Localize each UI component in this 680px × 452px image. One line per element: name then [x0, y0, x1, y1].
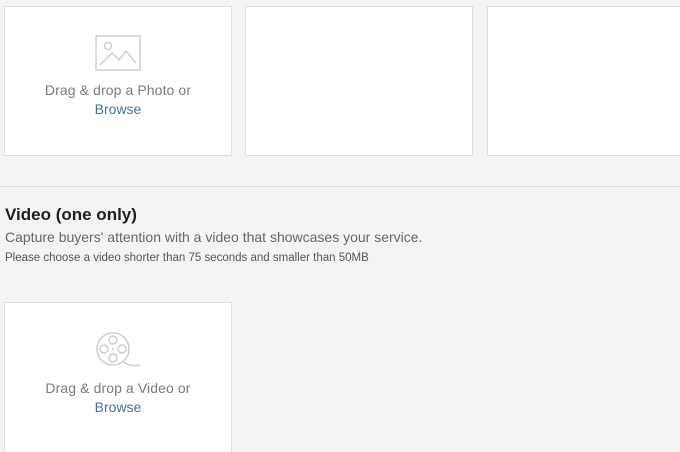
video-section-title: Video (one only)	[5, 205, 137, 224]
video-dropzone-content: Drag & drop a Video or Browse	[5, 331, 231, 417]
video-drop-text: Drag & drop a Video or	[45, 380, 191, 396]
film-reel-icon	[96, 332, 141, 367]
video-section-note: Please choose a video shorter than 75 se…	[5, 252, 369, 264]
video-dropzone[interactable]: Drag & drop a Video or Browse	[4, 302, 232, 452]
section-divider	[0, 186, 680, 187]
photo-dropzone-1[interactable]: Drag & drop a Photo or Browse	[4, 6, 232, 156]
photo-slot-2[interactable]	[245, 6, 473, 156]
photo-slot-3[interactable]	[487, 6, 680, 156]
video-section-description: Capture buyers' attention with a video t…	[5, 229, 423, 245]
video-browse-link[interactable]: Browse	[95, 397, 142, 417]
image-icon	[95, 35, 141, 71]
photo-dropzone-content: Drag & drop a Photo or Browse	[5, 35, 231, 119]
photo-drop-text: Drag & drop a Photo or	[44, 82, 192, 98]
photo-browse-link[interactable]: Browse	[95, 99, 142, 119]
